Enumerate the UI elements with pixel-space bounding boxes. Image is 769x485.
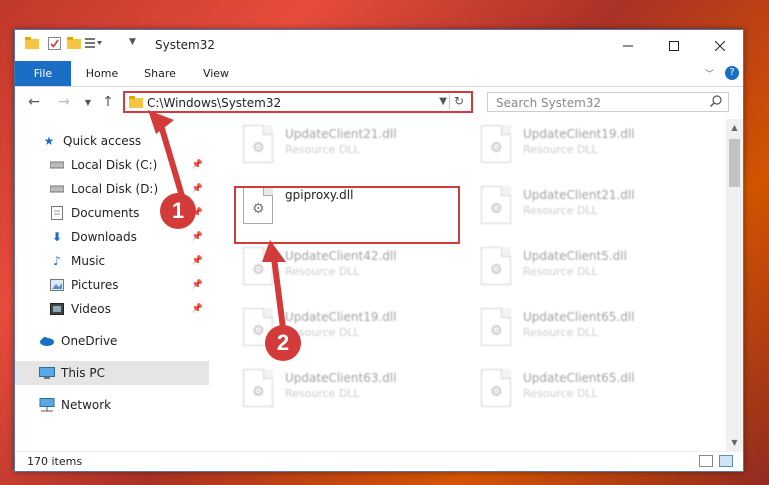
arrow-to-address	[148, 110, 185, 199]
arrow-to-file	[262, 240, 286, 331]
step-callout-2: 2	[265, 325, 301, 361]
step-callout-1: 1	[160, 193, 196, 229]
annotation-arrows	[148, 110, 286, 331]
